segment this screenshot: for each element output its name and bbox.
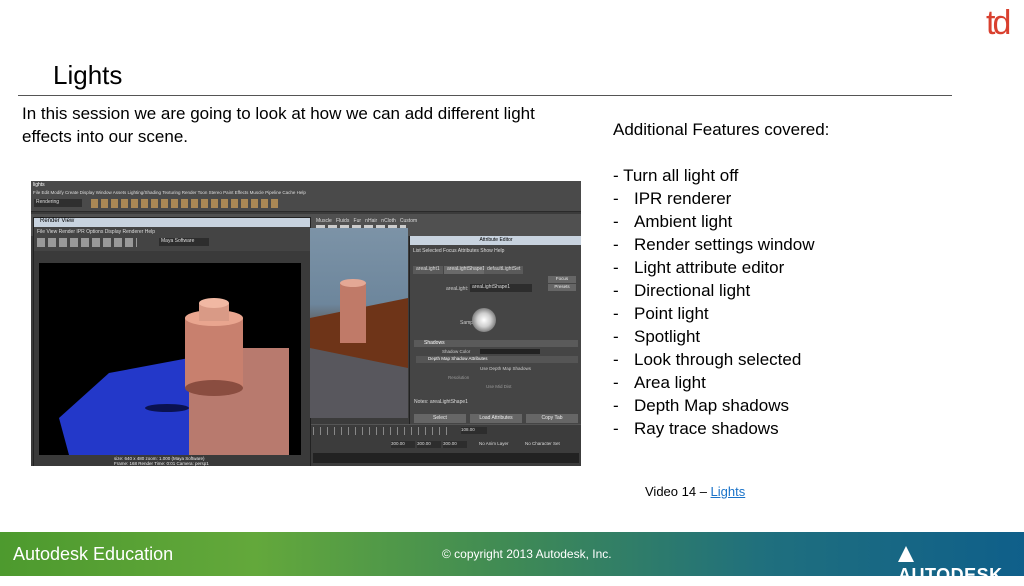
feature-item: Spotlight bbox=[634, 327, 701, 346]
render-view-icons[interactable] bbox=[37, 238, 137, 247]
command-line[interactable] bbox=[313, 453, 579, 463]
render-view-menu[interactable]: File View Render IPR Options Display Ren… bbox=[37, 229, 155, 235]
ae-tab-2[interactable]: areaLightShape1 bbox=[444, 266, 489, 274]
ae-title: Attribute Editor bbox=[410, 236, 581, 245]
feature-item: - Turn all light off bbox=[613, 166, 739, 185]
render-view-window: Render View File View Render IPR Options… bbox=[33, 217, 311, 466]
footer-copyright: © copyright 2013 Autodesk, Inc. bbox=[442, 547, 612, 561]
ae-sample-swatch bbox=[472, 308, 496, 332]
range-field-3[interactable]: 300.00 bbox=[443, 441, 467, 448]
ae-select-button[interactable]: Select bbox=[414, 414, 466, 423]
feature-item: IPR renderer bbox=[634, 189, 732, 208]
ae-focus-button[interactable]: Focus bbox=[548, 276, 576, 283]
maya-menubar: lights File Edit Modify Create Display W… bbox=[31, 181, 581, 212]
ae-shadows-section[interactable]: Shadows bbox=[414, 340, 578, 347]
footer-education: Autodesk Education bbox=[13, 544, 174, 564]
render-status-2: Frame: 168 Render Time: 0:01 Camera: per… bbox=[114, 461, 209, 466]
maya-shelf-tabs[interactable]: Muscle Fluids Fur nHair nCloth Custom bbox=[316, 218, 417, 224]
video-link[interactable]: Lights bbox=[711, 484, 746, 499]
render-view-toolbar: File View Render IPR Options Display Ren… bbox=[34, 227, 310, 251]
ae-shadow-color-label: Shadow Color bbox=[442, 349, 471, 354]
maya-status-icons[interactable] bbox=[91, 199, 281, 208]
maya-screenshot: lights File Edit Modify Create Display W… bbox=[31, 181, 581, 466]
range-field-2[interactable]: 300.00 bbox=[417, 441, 441, 448]
video-caption: Video 14 – Lights bbox=[645, 484, 745, 499]
current-frame[interactable]: 108.00 bbox=[461, 427, 487, 434]
character-set[interactable]: No Character Set bbox=[525, 441, 560, 446]
anim-layer[interactable]: No Anim Layer bbox=[479, 441, 509, 446]
renderer-select[interactable]: Maya Software bbox=[159, 238, 209, 246]
ae-tab-3[interactable]: defaultLightSet bbox=[484, 266, 524, 274]
title-divider bbox=[18, 95, 952, 96]
feature-item: Area light bbox=[634, 373, 706, 392]
ae-field-input[interactable]: areaLightShape1 bbox=[470, 284, 532, 292]
autodesk-mark-icon bbox=[898, 546, 914, 562]
page-title: Lights bbox=[53, 60, 123, 90]
maya-timeline[interactable]: 108.00 300.00 300.00 300.00 No Anim Laye… bbox=[311, 424, 581, 466]
autodesk-wordmark: AUTODESK. bbox=[898, 565, 1009, 585]
ae-presets-button[interactable]: Presets bbox=[548, 284, 576, 291]
feature-item: Light attribute editor bbox=[634, 258, 785, 277]
feature-item: Depth Map shadows bbox=[634, 396, 789, 415]
ae-copy-tab-button[interactable]: Copy Tab bbox=[526, 414, 578, 423]
feature-item: Point light bbox=[634, 304, 709, 323]
maya-mode-select[interactable]: Rendering bbox=[34, 199, 82, 207]
ae-use-depth[interactable]: Use Depth Map Shadows bbox=[480, 366, 531, 371]
features-heading: Additional Features covered: bbox=[613, 120, 830, 139]
ae-resolution-label: Resolution bbox=[448, 375, 470, 380]
ae-shadow-color-slider[interactable] bbox=[480, 349, 540, 354]
attribute-editor: Attribute Editor List Selected Focus Att… bbox=[409, 236, 581, 426]
video-prefix: Video 14 – bbox=[645, 484, 711, 499]
feature-item: Ambient light bbox=[634, 212, 733, 231]
ae-depth-section[interactable]: Depth Map Shadow Attributes bbox=[416, 356, 578, 363]
render-view-title: Render View bbox=[34, 218, 310, 227]
autodesk-logo: AUTODESK. bbox=[898, 544, 1024, 586]
feature-item: Directional light bbox=[634, 281, 751, 300]
footer-bar: Autodesk Education © copyright 2013 Auto… bbox=[0, 532, 1024, 585]
ae-notes: Notes: areaLightShape1 bbox=[414, 399, 468, 405]
range-field-1[interactable]: 300.00 bbox=[391, 441, 415, 448]
features-list: Additional Features covered: - Turn all … bbox=[613, 120, 830, 438]
render-image bbox=[39, 263, 301, 455]
feature-item: Render settings window bbox=[634, 235, 815, 254]
ae-tab-1[interactable]: areaLight1 bbox=[413, 266, 443, 274]
ae-use-mid-dist[interactable]: Use Mid Dist bbox=[486, 384, 512, 389]
td-logo: td bbox=[986, 4, 1011, 42]
ae-menu[interactable]: List Selected Focus Attributes Show Help bbox=[413, 248, 504, 254]
time-slider[interactable] bbox=[313, 427, 453, 435]
maya-title: lights bbox=[33, 182, 45, 188]
ae-load-button[interactable]: Load Attributes bbox=[470, 414, 522, 423]
intro-text: In this session we are going to look at … bbox=[22, 104, 535, 146]
viewport[interactable] bbox=[310, 228, 408, 418]
feature-item: Ray trace shadows bbox=[634, 419, 779, 438]
feature-item: Look through selected bbox=[634, 350, 802, 369]
maya-menu[interactable]: File Edit Modify Create Display Window A… bbox=[33, 190, 306, 195]
ae-field-label: areaLight: bbox=[446, 286, 469, 292]
